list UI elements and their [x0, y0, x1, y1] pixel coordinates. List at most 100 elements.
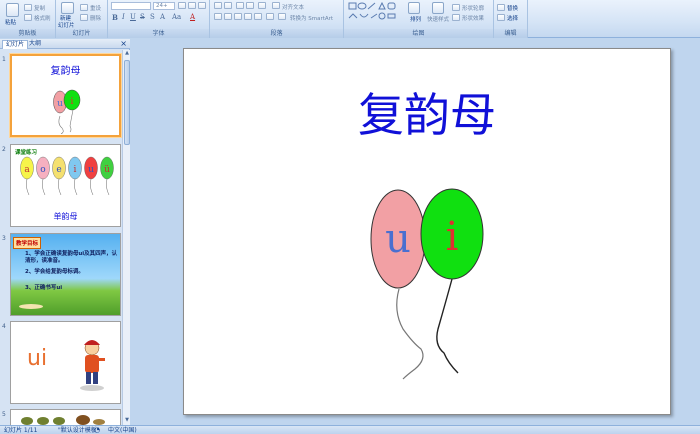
numbering-icon[interactable] [224, 2, 232, 9]
quick-styles-button[interactable]: 快速样式 [427, 15, 449, 23]
bullets-icon[interactable] [214, 2, 222, 9]
italic-icon[interactable]: I [122, 13, 125, 21]
slides-group: 新建 幻灯片 重设 删除 幻灯片 [56, 0, 108, 38]
bold-icon[interactable]: B [112, 13, 118, 22]
select-button[interactable]: 选择 [507, 14, 518, 22]
drawing-group: 排列 快速样式 形状轮廓 形状效果 绘图 [344, 0, 494, 38]
slides-group-label: 幻灯片 [56, 29, 107, 38]
line-spacing-icon[interactable] [258, 2, 266, 9]
format-painter-icon[interactable] [24, 14, 32, 21]
paste-icon[interactable] [6, 3, 19, 17]
letter-uu: ü [104, 165, 110, 175]
justify-icon[interactable] [244, 13, 252, 20]
shape-outline-icon[interactable] [452, 4, 460, 11]
font-name-select[interactable] [111, 2, 151, 10]
language-indicator: 中文(中国) [108, 427, 137, 434]
spacing-icon[interactable]: A [160, 13, 165, 21]
balloon-letter-i: i [446, 214, 459, 260]
drawing-group-label: 绘图 [344, 29, 493, 38]
slide-thumbnail-1[interactable]: 复韵母 u i [10, 54, 121, 137]
paragraph-group-label: 段落 [210, 29, 343, 38]
copy-icon[interactable] [24, 4, 32, 11]
thumbnail-number: 1 [2, 56, 6, 63]
clear-format-icon[interactable] [198, 2, 206, 9]
decrease-indent-icon[interactable] [236, 2, 244, 9]
strikethrough-icon[interactable]: S [140, 13, 145, 21]
thumbnail-ui-text: ui [27, 346, 48, 371]
shape-outline-button[interactable]: 形状轮廓 [462, 4, 484, 12]
clipboard-group: 粘贴 复制 格式刷 剪贴板 [0, 0, 56, 38]
font-color-icon[interactable]: A [190, 13, 195, 21]
slide-count: 幻灯片 1/11 [4, 427, 38, 434]
thumbnail-number: 5 [2, 411, 6, 418]
thumbnail-caption: 单韵母 [53, 212, 78, 221]
shape-effects-button[interactable]: 形状效果 [462, 14, 484, 22]
balloons-graphic[interactable]: u i [364, 184, 494, 384]
thumb-letter-i: i [71, 97, 74, 107]
spellcheck-icon[interactable]: ◔ [94, 426, 100, 434]
slide-title[interactable]: 复韵母 [184, 79, 670, 145]
convert-smartart-button[interactable]: 转换为 SmartArt [290, 14, 333, 22]
clipboard-group-label: 剪贴板 [0, 29, 55, 38]
slide-thumbnail-4[interactable]: ui [10, 321, 121, 404]
text-direction-icon[interactable] [272, 2, 280, 9]
pane-scrollbar[interactable]: ▲ ▼ [122, 50, 130, 425]
slide-thumbnail-3[interactable]: 教学目标 1、学会正确读复韵母ui及其四声，认清形，读准音。 2、学会给复韵母标… [10, 233, 121, 316]
slide-canvas[interactable]: 复韵母 u i [183, 48, 671, 415]
delete-button[interactable]: 删除 [90, 14, 101, 22]
quick-styles-icon[interactable] [432, 2, 444, 14]
slide-thumbnail-5[interactable] [10, 409, 121, 425]
slide-thumbnail-2[interactable]: 课堂练习 a o e i u ü 单韵母 [10, 144, 121, 227]
change-case-icon[interactable]: Aa [172, 13, 181, 21]
paragraph-group: 对齐文本 转换为 SmartArt 段落 [210, 0, 344, 38]
underline-icon[interactable]: U [130, 13, 136, 21]
thumbnail-goal-1: 1、学会正确读复韵母ui及其四声，认清形，读准音。 [25, 251, 118, 264]
child-cartoon-image [80, 340, 105, 391]
replace-icon[interactable] [497, 4, 505, 11]
copy-button[interactable]: 复制 [34, 4, 45, 12]
smartart-icon[interactable] [278, 13, 286, 20]
thumbnail-title: 复韵母 [50, 66, 81, 77]
close-pane-icon[interactable]: × [120, 39, 127, 48]
tab-slides[interactable]: 幻灯片 [2, 40, 29, 49]
letter-i: i [74, 165, 77, 175]
reset-button[interactable]: 重设 [90, 4, 101, 12]
balloons-image: u i [53, 89, 81, 134]
align-right-icon[interactable] [234, 13, 242, 20]
delete-icon[interactable] [80, 14, 88, 21]
distribute-icon[interactable] [254, 13, 262, 20]
align-center-icon[interactable] [224, 13, 232, 20]
font-group-label: 字体 [108, 29, 209, 38]
arrange-button[interactable]: 排列 [410, 15, 421, 23]
arrange-icon[interactable] [408, 2, 420, 14]
new-slide-icon[interactable] [61, 2, 74, 14]
format-painter-button[interactable]: 格式刷 [34, 14, 51, 22]
shadow-icon[interactable]: S [150, 13, 155, 21]
select-icon[interactable] [497, 14, 505, 21]
ribbon: 粘贴 复制 格式刷 剪贴板 新建 幻灯片 重设 删除 幻灯片 24+ B I U… [0, 0, 700, 38]
scroll-up-icon[interactable]: ▲ [123, 50, 131, 58]
animals-image [21, 415, 105, 425]
balloon-letter-u: u [385, 216, 411, 262]
letter-o: o [40, 165, 45, 175]
reset-icon[interactable] [80, 4, 88, 11]
columns-icon[interactable] [266, 13, 274, 20]
align-text-button[interactable]: 对齐文本 [282, 3, 304, 11]
shape-effects-icon[interactable] [452, 14, 460, 21]
scrollbar-thumb[interactable] [124, 60, 130, 145]
letter-balloons-image: a o e i u ü [20, 156, 114, 196]
align-left-icon[interactable] [214, 13, 222, 20]
scroll-down-icon[interactable]: ▼ [123, 417, 131, 425]
increase-indent-icon[interactable] [246, 2, 254, 9]
slides-pane: 幻灯片 大纲 × 1 复韵母 u i 2 课堂练习 a o e i u ü 单韵… [0, 39, 130, 425]
font-group: 24+ B I U S S A Aa A 字体 [108, 0, 210, 38]
letter-a: a [24, 165, 30, 175]
grow-font-icon[interactable] [178, 2, 186, 9]
thumbnail-badge: 教学目标 [13, 237, 42, 249]
replace-button[interactable]: 替换 [507, 4, 518, 12]
paste-button[interactable]: 粘贴 [5, 18, 16, 26]
shrink-font-icon[interactable] [188, 2, 196, 9]
font-size-select[interactable]: 24+ [153, 2, 175, 10]
shapes-gallery-icon[interactable] [348, 2, 404, 22]
tab-outline[interactable]: 大纲 [26, 40, 44, 49]
